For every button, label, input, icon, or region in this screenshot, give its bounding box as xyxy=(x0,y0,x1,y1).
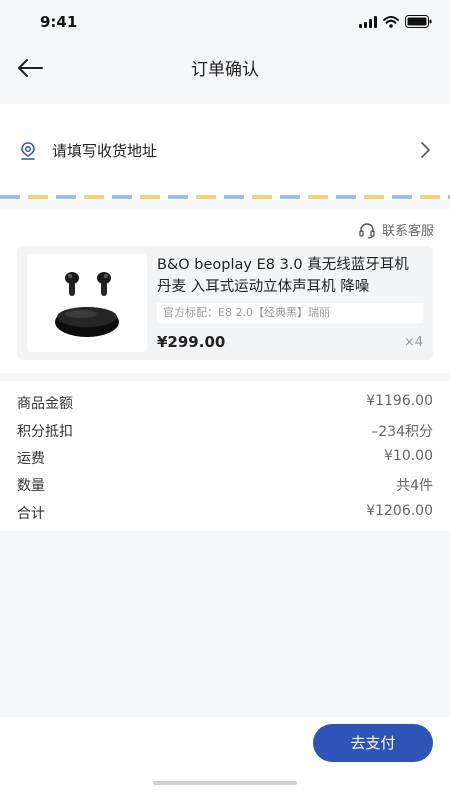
signal-icon xyxy=(359,15,377,28)
battery-icon xyxy=(405,15,432,28)
summary-label: 数量 xyxy=(17,478,45,494)
headset-icon xyxy=(359,222,375,239)
summary-row-quantity: 数量 共4件 xyxy=(17,475,433,495)
summary-value: ¥1206.00 xyxy=(366,503,433,519)
chevron-right-icon xyxy=(421,142,430,158)
bottom-action-bar: 去支付 xyxy=(0,717,450,800)
product-price: ¥299.00 xyxy=(157,333,226,351)
home-indicator xyxy=(153,781,297,785)
pay-button[interactable]: 去支付 xyxy=(313,724,433,762)
product-quantity: ×4 xyxy=(403,335,423,350)
address-placeholder: 请填写收货地址 xyxy=(52,142,158,160)
summary-label: 积分抵扣 xyxy=(17,424,73,440)
summary-value: –234积分 xyxy=(371,424,433,440)
address-selector[interactable]: 请填写收货地址 xyxy=(18,140,432,161)
contact-service-label: 联系客服 xyxy=(381,224,434,239)
summary-value: 共4件 xyxy=(396,478,433,494)
product-name: B&O beoplay E8 3.0 真无线蓝牙耳机丹麦 入耳式运动立体声耳机 … xyxy=(157,257,409,295)
product-spec: 官方标配：E8 2.0【经典黑】瑞丽 xyxy=(157,303,423,323)
location-pin-icon xyxy=(21,141,35,160)
summary-label: 运费 xyxy=(17,451,45,467)
wifi-icon xyxy=(383,15,399,28)
page-title: 订单确认 xyxy=(191,60,259,80)
summary-row-goods-amount: 商品金额 ¥1196.00 xyxy=(17,393,433,413)
status-bar: 9:41 xyxy=(0,0,450,44)
summary-row-shipping: 运费 ¥10.00 xyxy=(17,448,433,468)
contact-service-button[interactable]: 联系客服 xyxy=(358,220,434,239)
status-icons xyxy=(359,15,432,28)
summary-value: ¥1196.00 xyxy=(366,393,433,409)
summary-label: 合计 xyxy=(17,506,45,522)
earbuds-image xyxy=(55,272,119,337)
summary-label: 商品金额 xyxy=(17,396,73,412)
summary-value: ¥10.00 xyxy=(384,448,433,464)
nav-bar: 订单确认 xyxy=(0,44,450,92)
status-time: 9:41 xyxy=(40,13,78,31)
product-section: 联系客服 B&O beoplay E8 3.0 真无线蓝牙耳机丹麦 入耳式运动立… xyxy=(0,210,450,373)
product-card[interactable]: B&O beoplay E8 3.0 真无线蓝牙耳机丹麦 入耳式运动立体声耳机 … xyxy=(17,246,433,360)
summary-row-points: 积分抵扣 –234积分 xyxy=(17,421,433,441)
address-card: 请填写收货地址 xyxy=(0,104,450,200)
order-summary: 商品金额 ¥1196.00 积分抵扣 –234积分 运费 ¥10.00 数量 共… xyxy=(0,381,450,531)
product-image xyxy=(27,254,147,352)
address-stripe-divider xyxy=(0,195,450,199)
summary-row-total: 合计 ¥1206.00 xyxy=(17,503,433,523)
